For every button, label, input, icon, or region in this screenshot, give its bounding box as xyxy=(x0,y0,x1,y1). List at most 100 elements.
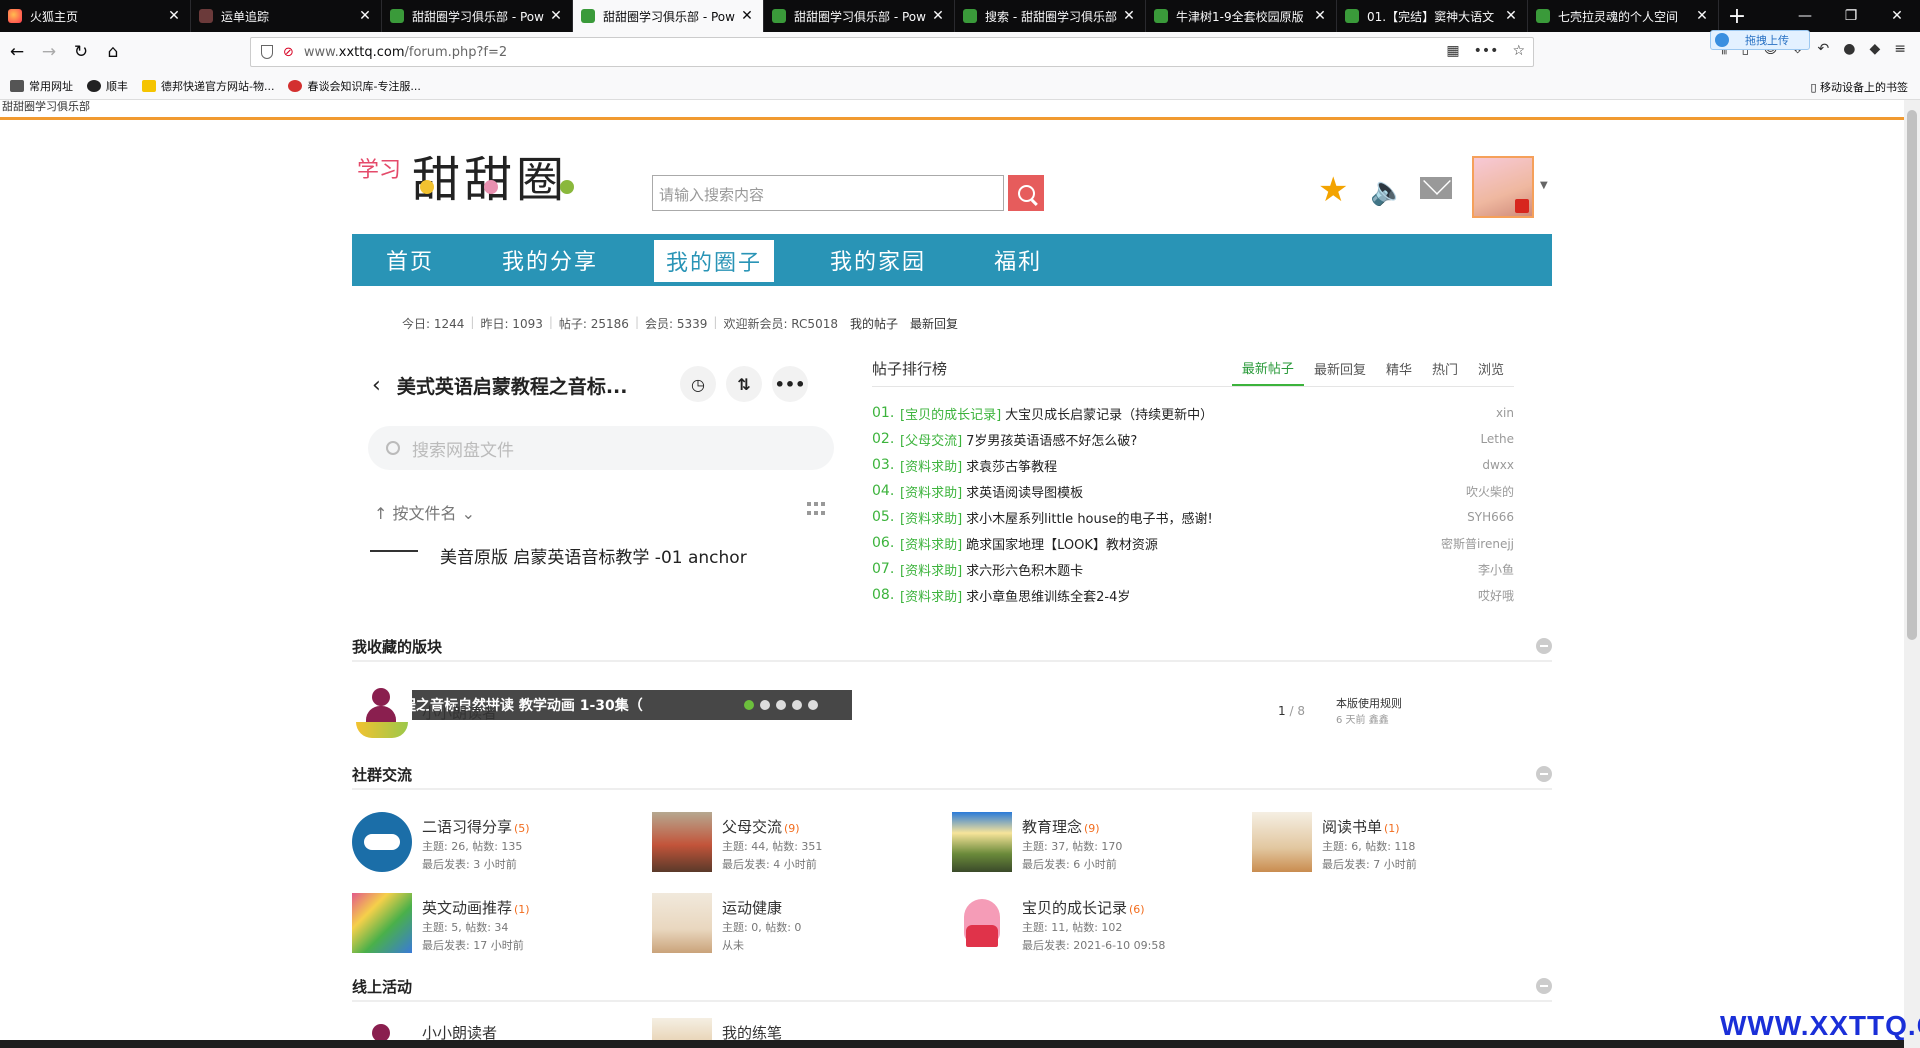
rank-author[interactable]: dwxx xyxy=(1482,458,1514,472)
forum-name[interactable]: 小小朗读者 xyxy=(422,1022,497,1040)
forum-name[interactable]: 父母交流 (9) xyxy=(722,816,800,837)
forum-card[interactable]: 小小朗读者 xyxy=(352,1018,652,1040)
chevron-down-icon[interactable]: ▼ xyxy=(1540,180,1548,191)
rank-title[interactable]: 跪求国家地理【LOOK】教材资源 xyxy=(966,534,1441,553)
tab-featured[interactable]: 精华 xyxy=(1376,350,1422,386)
rank-category[interactable]: [父母交流] xyxy=(900,430,962,449)
more-icon[interactable]: ••• xyxy=(1474,43,1499,59)
bookmark-item[interactable]: 顺丰 xyxy=(87,78,128,94)
minimize-icon[interactable]: — xyxy=(1782,0,1828,32)
browser-tab[interactable]: 甜甜圈学习俱乐部 - Pow ✕ xyxy=(764,0,955,32)
ranking-row[interactable]: 04. [资料求助] 求英语阅读导图模板 吹火柴的 xyxy=(872,478,1514,504)
tab-latest-posts[interactable]: 最新帖子 xyxy=(1231,350,1304,386)
ranking-row[interactable]: 05. [资料求助] 求小木屋系列little house的电子书，感谢! SYH66… xyxy=(872,504,1514,530)
forum-card[interactable]: 阅读书单 (1) 主题: 6, 帖数: 118 最后发表: 7 小时前 xyxy=(1252,812,1552,876)
browser-tab[interactable]: 运单追踪 ✕ xyxy=(191,0,382,32)
bookmark-item[interactable]: 常用网址 xyxy=(10,78,73,94)
close-tab-icon[interactable]: ✕ xyxy=(1121,8,1137,24)
scrollbar-thumb[interactable] xyxy=(1907,110,1917,640)
rank-author[interactable]: SYH666 xyxy=(1467,510,1514,524)
close-tab-icon[interactable]: ✕ xyxy=(1312,8,1328,24)
collapse-icon[interactable] xyxy=(1536,638,1552,654)
ranking-row[interactable]: 01. [宝贝的成长记录] 大宝贝成长启蒙记录（持续更新中） xin xyxy=(872,400,1514,426)
rank-author[interactable]: 李小鱼 xyxy=(1478,561,1514,578)
mobile-bookmarks[interactable]: ▯ 移动设备上的书签 xyxy=(1810,79,1908,95)
ranking-row[interactable]: 02. [父母交流] 7岁男孩英语语感不好怎么破? Lethe xyxy=(872,426,1514,452)
rank-category[interactable]: [资料求助] xyxy=(900,586,962,605)
rank-title[interactable]: 求小木屋系列little house的电子书，感谢! xyxy=(966,508,1467,527)
peppa-pig-icon[interactable] xyxy=(952,893,1012,953)
forum-card[interactable]: 父母交流 (9) 主题: 44, 帖数: 351 最后发表: 4 小时前 xyxy=(652,812,952,876)
forum-icon-reader[interactable] xyxy=(352,682,412,742)
rank-category[interactable]: [资料求助] xyxy=(900,534,962,553)
forum-name[interactable]: 教育理念 (9) xyxy=(1022,816,1100,837)
forum-thumbnail[interactable] xyxy=(652,893,712,953)
forum-name[interactable]: 二语习得分享 (5) xyxy=(422,816,530,837)
nav-item-my-home[interactable]: 我的家园 xyxy=(796,234,960,286)
browser-tab[interactable]: 甜甜圈学习俱乐部 - Pow ✕ xyxy=(382,0,573,32)
sort-by-name[interactable]: ↑ 按文件名 ⌄ xyxy=(374,500,475,524)
forum-thumbnail[interactable] xyxy=(652,812,712,872)
forum-thumbnail[interactable] xyxy=(1252,812,1312,872)
home-icon[interactable]: ⌂ xyxy=(98,37,128,67)
rank-category[interactable]: [资料求助] xyxy=(900,508,962,527)
menu-icon[interactable]: ≡ xyxy=(1894,41,1906,57)
forum-name[interactable]: 小小朗读者 xyxy=(422,702,497,723)
history-icon[interactable]: ↶ xyxy=(1818,41,1830,57)
ranking-row[interactable]: 08. [资料求助] 求小章鱼思维训练全套2-4岁 哎好哦 xyxy=(872,582,1514,608)
file-name[interactable]: 美音原版 启蒙英语音标教学 -01 anchor xyxy=(440,546,747,570)
forum-name[interactable]: 英文动画推荐 (1) xyxy=(422,897,530,918)
tab-views[interactable]: 浏览 xyxy=(1468,350,1514,386)
forum-name[interactable]: 阅读书单 (1) xyxy=(1322,816,1400,837)
page-scrollbar[interactable] xyxy=(1904,100,1920,1048)
forum-card[interactable]: 我的练笔 xyxy=(652,1018,952,1040)
rank-title[interactable]: 7岁男孩英语语感不好怎么破? xyxy=(966,430,1480,449)
stat-welcome[interactable]: 欢迎新会员: RC5018 xyxy=(723,315,838,332)
search-button[interactable] xyxy=(1008,175,1044,211)
mail-icon[interactable] xyxy=(1420,177,1452,199)
restore-icon[interactable]: ❐ xyxy=(1828,0,1874,32)
browser-tab[interactable]: 七壳拉灵魂的个人空间 ✕ xyxy=(1528,0,1719,32)
forum-name[interactable]: 我的练笔 xyxy=(722,1022,782,1040)
browser-tab[interactable]: 牛津树1-9全套校园原版 ✕ xyxy=(1146,0,1337,32)
rank-title[interactable]: 求六形六色积木题卡 xyxy=(966,560,1478,579)
qr-code-icon[interactable]: ▦ xyxy=(1446,43,1459,59)
addon-icon[interactable]: ● xyxy=(1843,41,1855,57)
upload-badge[interactable]: 拖拽上传 xyxy=(1710,30,1810,50)
rank-author[interactable]: 密斯普irenejj xyxy=(1441,535,1514,552)
forum-thumbnail[interactable] xyxy=(952,812,1012,872)
collapse-icon[interactable] xyxy=(1536,978,1552,994)
new-tab-button[interactable]: + xyxy=(1719,0,1755,32)
site-logo[interactable]: 甜甜圈 xyxy=(412,140,568,210)
sort-icon[interactable]: ⇅ xyxy=(726,366,762,402)
forum-thumbnail[interactable] xyxy=(652,1018,712,1040)
back-arrow-icon[interactable]: ‹ xyxy=(372,373,381,398)
forum-card[interactable]: 运动健康 主题: 0, 帖数: 0 从未 xyxy=(652,893,952,957)
close-tab-icon[interactable]: ✕ xyxy=(548,8,564,24)
collapse-icon[interactable] xyxy=(1536,766,1552,782)
speaker-icon[interactable]: 🔈 xyxy=(1370,174,1405,207)
my-posts-link[interactable]: 我的帖子 xyxy=(850,315,898,332)
forum-card[interactable]: 宝贝的成长记录 (6) 主题: 11, 帖数: 102 最后发表: 2021-6-1… xyxy=(952,893,1252,957)
forum-name[interactable]: 运动健康 xyxy=(722,897,784,918)
pan-search-input[interactable]: 搜索网盘文件 xyxy=(368,426,834,470)
browser-tab-active[interactable]: 甜甜圈学习俱乐部 - Pow ✕ xyxy=(573,0,764,32)
browser-tab[interactable]: 01.【完结】窦神大语文 ✕ xyxy=(1337,0,1528,32)
rank-author[interactable]: Lethe xyxy=(1480,432,1514,446)
browser-tab[interactable]: 搜索 - 甜甜圈学习俱乐部 ✕ xyxy=(955,0,1146,32)
forum-card-favorite[interactable]: 小小朗读者 1 / 8 本版使用规则 6 天前 鑫鑫 xyxy=(352,682,1552,746)
addon-icon[interactable]: ◆ xyxy=(1869,41,1880,57)
nav-item-home[interactable]: 首页 xyxy=(352,234,468,286)
rank-title[interactable]: 求英语阅读导图模板 xyxy=(966,482,1466,501)
close-tab-icon[interactable]: ✕ xyxy=(357,8,373,24)
forum-card[interactable]: 英文动画推荐 (1) 主题: 5, 帖数: 34 最后发表: 17 小时前 xyxy=(352,893,652,957)
rank-title[interactable]: 求小章鱼思维训练全套2-4岁 xyxy=(966,586,1478,605)
history-icon[interactable]: ◷ xyxy=(680,366,716,402)
forum-thumbnail[interactable] xyxy=(352,893,412,953)
shield-icon[interactable] xyxy=(261,45,273,59)
url-bar[interactable]: ⊘ www.xxttq.com/forum.php?f=2 ▦ ••• ☆ xyxy=(250,37,1534,67)
rank-title[interactable]: 求袁莎古筝教程 xyxy=(966,456,1482,475)
banner-slider[interactable]: ‹ 美式英语启蒙教程之音标... ◷ ⇅ ••• 搜索网盘文件 ↑ 按文件名 ⌄… xyxy=(352,350,852,720)
rank-category[interactable]: [资料求助] xyxy=(900,456,962,475)
browser-tab[interactable]: 火狐主页 ✕ xyxy=(0,0,191,32)
